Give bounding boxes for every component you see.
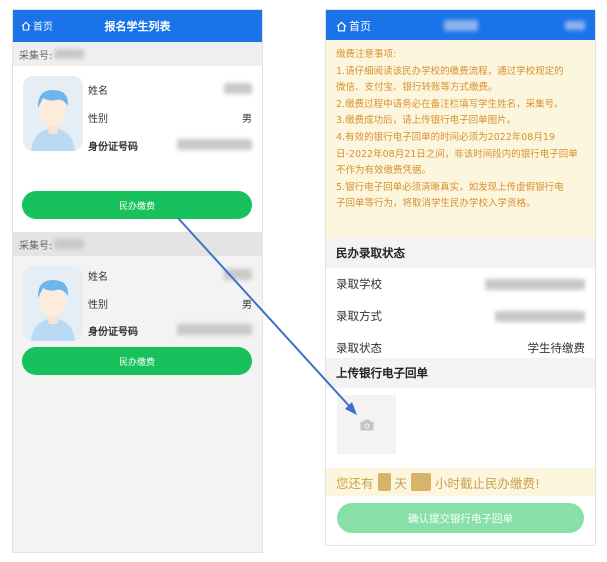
submit-receipt-button[interactable]: 确认提交银行电子回单 — [337, 503, 584, 533]
admission-status-value: 学生待缴费 — [527, 341, 586, 355]
admission-school-label: 录取学校 — [336, 277, 382, 291]
admission-school-masked — [485, 279, 585, 290]
collect-number-label: 采集号: — [19, 240, 53, 252]
collect-number-label: 采集号: — [19, 50, 53, 62]
student-card: 姓名 性别 男 身份证号码 民办缴费 — [13, 256, 262, 422]
notice-line: 微信、支付宝、银行转账等方式缴费。 — [336, 82, 498, 94]
notice-heading: 缴费注意事项: — [336, 49, 397, 60]
gender-value: 男 — [242, 300, 252, 311]
id-label: 身份证号码 — [88, 142, 138, 153]
payment-notice: 缴费注意事项: 1.请仔细阅读该民办学校的缴费流程，通过学校规定的 微信、支付宝… — [326, 40, 595, 238]
top-bar: 首页 — [326, 10, 595, 40]
notice-line: 子回单等行为，将取消学生民办学校入学资格。 — [336, 198, 536, 210]
notice-line: 5.银行电子回单必须清晰真实，如发现上传虚假银行电 — [336, 181, 564, 193]
notice-line: 1.请仔细阅读该民办学校的缴费流程，通过学校规定的 — [336, 65, 564, 77]
id-value-masked — [177, 139, 252, 150]
student-card: 姓名 性别 男 身份证号码 民办缴费 — [13, 66, 262, 232]
admission-status-heading: 民办录取状态 — [326, 238, 595, 268]
header-right-masked — [565, 21, 585, 30]
admission-method-label: 录取方式 — [336, 309, 382, 323]
countdown-hours-masked — [411, 473, 432, 491]
home-link[interactable]: 首页 — [336, 18, 371, 34]
page-title: 报名学生列表 — [104, 20, 171, 33]
pay-button[interactable]: 民办缴费 — [22, 347, 252, 375]
student-list-screen: 首页 报名学生列表 采集号: 姓名 性别 男 身份证号码 民办缴费 采集号: 姓… — [12, 9, 263, 553]
upload-receipt-area[interactable] — [337, 395, 396, 454]
top-bar: 首页 报名学生列表 — [13, 10, 262, 42]
upload-receipt-heading: 上传银行电子回单 — [326, 358, 595, 388]
notice-line: 2.缴费过程中请务必在备注栏填写学生姓名，采集号。 — [336, 98, 564, 110]
countdown-days-masked — [377, 473, 391, 491]
collect-number-row: 采集号: — [13, 232, 262, 256]
student-avatar-icon — [23, 76, 83, 151]
home-label: 首页 — [349, 20, 371, 33]
collect-number-masked — [54, 239, 85, 249]
name-label: 姓名 — [88, 86, 108, 97]
notice-line: 3.缴费成功后，请上传银行电子回单图片。 — [336, 115, 517, 127]
student-avatar-icon — [23, 266, 83, 341]
countdown-prefix: 您还有 — [336, 475, 374, 491]
collect-number-masked — [54, 49, 85, 59]
gender-label: 性别 — [88, 300, 108, 311]
name-label: 姓名 — [88, 272, 108, 283]
camera-icon — [360, 419, 374, 431]
admission-school-row: 录取学校 — [326, 268, 595, 300]
admission-method-row: 录取方式 — [326, 300, 595, 332]
admission-status-label: 录取状态 — [336, 341, 382, 355]
payment-countdown: 您还有 天 小时截止民办缴费! — [326, 468, 595, 496]
notice-line: 4.有效的银行电子回单的时间必须为2022年08月19 — [336, 131, 555, 143]
collect-number-row: 采集号: — [13, 42, 262, 66]
header-title-masked — [444, 20, 478, 31]
name-value-masked — [224, 83, 252, 94]
notice-line: 日-2022年08月21日之间，非该时间段内的银行电子回单 — [336, 148, 578, 160]
admission-method-masked — [495, 311, 585, 322]
gender-label: 性别 — [88, 114, 108, 125]
name-value-masked — [224, 269, 252, 280]
id-label: 身份证号码 — [88, 327, 138, 338]
gender-value: 男 — [242, 114, 252, 125]
pay-button[interactable]: 民办缴费 — [22, 191, 252, 219]
id-value-masked — [177, 324, 252, 335]
countdown-hours-suffix: 小时截止民办缴费! — [435, 475, 541, 491]
home-icon — [336, 20, 347, 32]
countdown-days-unit: 天 — [394, 475, 408, 491]
payment-detail-screen: 首页 缴费注意事项: 1.请仔细阅读该民办学校的缴费流程，通过学校规定的 微信、… — [325, 9, 596, 546]
notice-line: 不作为有效缴费凭据。 — [336, 165, 432, 177]
